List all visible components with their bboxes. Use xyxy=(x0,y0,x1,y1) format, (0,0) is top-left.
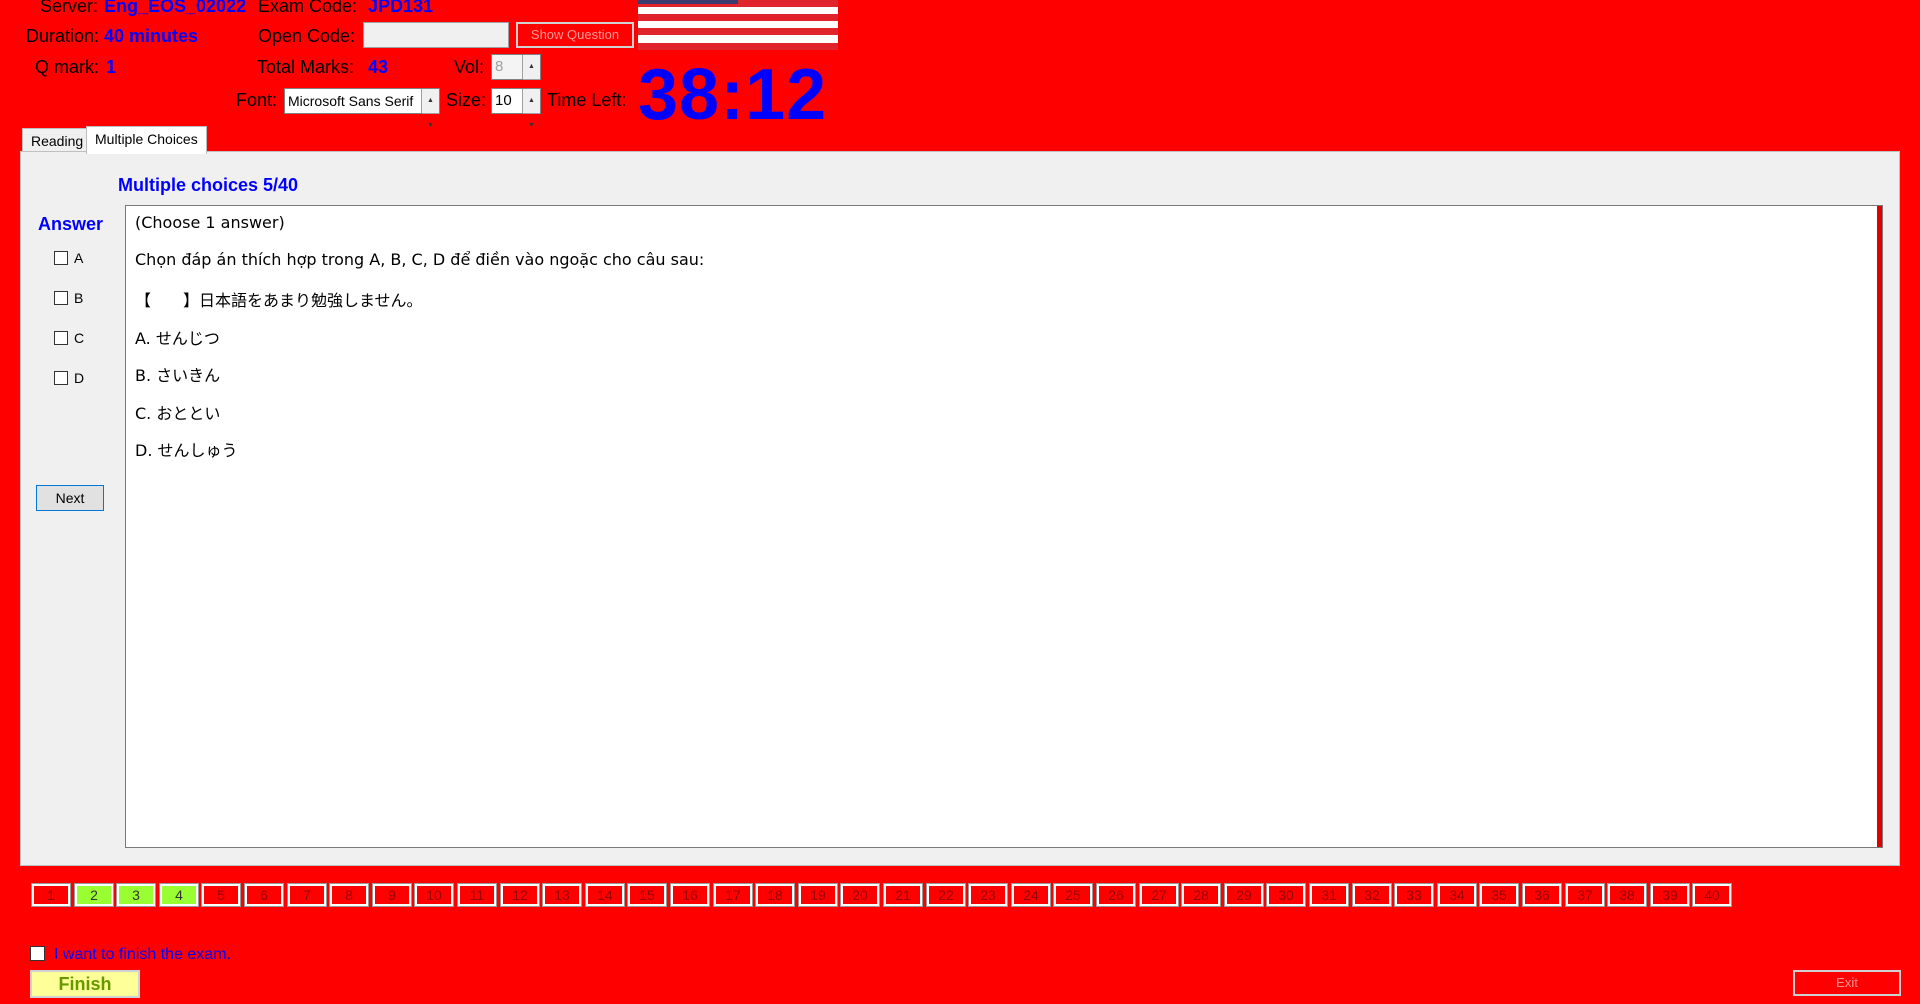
answer-option-c[interactable]: C xyxy=(54,330,84,346)
total-marks-label: Total Marks: xyxy=(257,57,355,77)
font-selector[interactable]: Microsoft Sans Serif ▲ ▼ xyxy=(284,88,440,129)
size-label: Size: xyxy=(446,90,487,110)
checkbox-a[interactable] xyxy=(54,251,68,265)
question-number-button[interactable]: 12 xyxy=(500,883,540,907)
question-number-button[interactable]: 30 xyxy=(1266,883,1306,907)
answer-title: Answer xyxy=(38,214,104,234)
question-sentence: 【 】日本語をあまり勉強しません。 xyxy=(135,291,423,310)
question-number-button[interactable]: 31 xyxy=(1309,883,1349,907)
finish-exam-label[interactable]: I want to finish the exam. xyxy=(54,946,231,964)
question-number-button[interactable]: 13 xyxy=(542,883,582,907)
question-number-button[interactable]: 14 xyxy=(585,883,625,907)
question-number-button[interactable]: 32 xyxy=(1352,883,1392,907)
size-spinner[interactable]: 10 ▲ ▼ xyxy=(491,88,541,129)
question-counter-title: Multiple choices 5/40 xyxy=(118,175,299,195)
checkbox-c[interactable] xyxy=(54,331,68,345)
question-number-button[interactable]: 27 xyxy=(1139,883,1179,907)
question-number-button[interactable]: 17 xyxy=(713,883,753,907)
question-number-button[interactable]: 29 xyxy=(1224,883,1264,907)
question-number-button[interactable]: 23 xyxy=(968,883,1008,907)
scrollbar[interactable] xyxy=(1877,206,1882,847)
question-number-button[interactable]: 8 xyxy=(329,883,369,907)
question-number-button[interactable]: 1 xyxy=(31,883,71,907)
tab-multiple-choices[interactable]: Multiple Choices xyxy=(86,126,207,154)
answer-option-a[interactable]: A xyxy=(54,250,83,266)
question-number-button[interactable]: 19 xyxy=(798,883,838,907)
question-number-button[interactable]: 9 xyxy=(372,883,412,907)
exit-button[interactable]: Exit xyxy=(1793,970,1901,996)
duration-value: 40 minutes xyxy=(104,26,199,46)
spin-down-icon[interactable]: ▼ xyxy=(523,113,540,138)
question-choice-a: A. せんじつ xyxy=(135,329,220,348)
question-choice-d: D. せんしゅう xyxy=(135,441,238,460)
vol-label: Vol: xyxy=(454,57,485,77)
question-number-button[interactable]: 20 xyxy=(840,883,880,907)
answer-option-b[interactable]: B xyxy=(54,290,83,306)
exam-code-value: JPD131 xyxy=(368,0,434,16)
answer-option-d[interactable]: D xyxy=(54,370,84,386)
question-number-button[interactable]: 11 xyxy=(457,883,497,907)
question-number-button[interactable]: 35 xyxy=(1479,883,1519,907)
server-label: Server: xyxy=(40,0,99,16)
question-number-button[interactable]: 2 xyxy=(74,883,114,907)
volume-spinner[interactable]: 8 ▲▼ xyxy=(491,54,541,95)
question-number-button[interactable]: 18 xyxy=(755,883,795,907)
question-number-button[interactable]: 15 xyxy=(627,883,667,907)
question-number-button[interactable]: 24 xyxy=(1011,883,1051,907)
question-number-button[interactable]: 28 xyxy=(1181,883,1221,907)
question-number-button[interactable]: 34 xyxy=(1437,883,1477,907)
next-button[interactable]: Next xyxy=(36,485,104,511)
total-marks-value: 43 xyxy=(368,57,389,77)
question-number-button[interactable]: 25 xyxy=(1053,883,1093,907)
spin-up-icon[interactable]: ▲ xyxy=(422,89,439,113)
question-number-button[interactable]: 5 xyxy=(201,883,241,907)
open-code-input[interactable] xyxy=(363,22,509,48)
flag-image xyxy=(638,0,838,50)
question-number-button[interactable]: 38 xyxy=(1607,883,1647,907)
question-number-button[interactable]: 40 xyxy=(1692,883,1732,907)
question-number-button[interactable]: 39 xyxy=(1650,883,1690,907)
question-prompt: Chọn đáp án thích hợp trong A, B, C, D đ… xyxy=(135,250,705,269)
spin-down-icon[interactable]: ▼ xyxy=(422,113,439,138)
question-number-button[interactable]: 22 xyxy=(926,883,966,907)
show-question-button[interactable]: Show Question xyxy=(516,22,634,48)
question-instruction: (Choose 1 answer) xyxy=(135,213,285,232)
spin-up-icon[interactable]: ▲ xyxy=(523,89,540,113)
server-value: Eng_EOS_02022 xyxy=(104,0,247,16)
question-number-button[interactable]: 4 xyxy=(159,883,199,907)
question-number-button[interactable]: 26 xyxy=(1096,883,1136,907)
question-number-button[interactable]: 10 xyxy=(414,883,454,907)
question-number-button[interactable]: 3 xyxy=(116,883,156,907)
qmark-label: Q mark: xyxy=(35,57,100,77)
finish-exam-checkbox[interactable] xyxy=(30,946,45,961)
open-code-label: Open Code: xyxy=(258,26,356,46)
question-number-button[interactable]: 36 xyxy=(1522,883,1562,907)
duration-label: Duration: xyxy=(26,26,100,46)
question-text-box[interactable]: (Choose 1 answer) Chọn đáp án thích hợp … xyxy=(125,205,1883,848)
font-label: Font: xyxy=(236,90,278,110)
exam-code-label: Exam Code: xyxy=(258,0,358,16)
question-number-button[interactable]: 33 xyxy=(1394,883,1434,907)
checkbox-d[interactable] xyxy=(54,371,68,385)
question-choice-b: B. さいきん xyxy=(135,366,221,385)
question-number-button[interactable]: 7 xyxy=(287,883,327,907)
checkbox-b[interactable] xyxy=(54,291,68,305)
question-number-button[interactable]: 21 xyxy=(883,883,923,907)
question-number-button[interactable]: 6 xyxy=(244,883,284,907)
time-left-label: Time Left: xyxy=(547,90,627,110)
spin-up-icon[interactable]: ▲ xyxy=(523,55,540,79)
question-choice-c: C. おととい xyxy=(135,404,221,423)
qmark-value: 1 xyxy=(106,57,117,77)
tab-reading[interactable]: Reading xyxy=(22,128,93,152)
finish-button[interactable]: Finish xyxy=(30,970,140,998)
question-number-button[interactable]: 16 xyxy=(670,883,710,907)
time-left-value: 38:12 xyxy=(638,55,828,135)
question-number-button[interactable]: 37 xyxy=(1565,883,1605,907)
